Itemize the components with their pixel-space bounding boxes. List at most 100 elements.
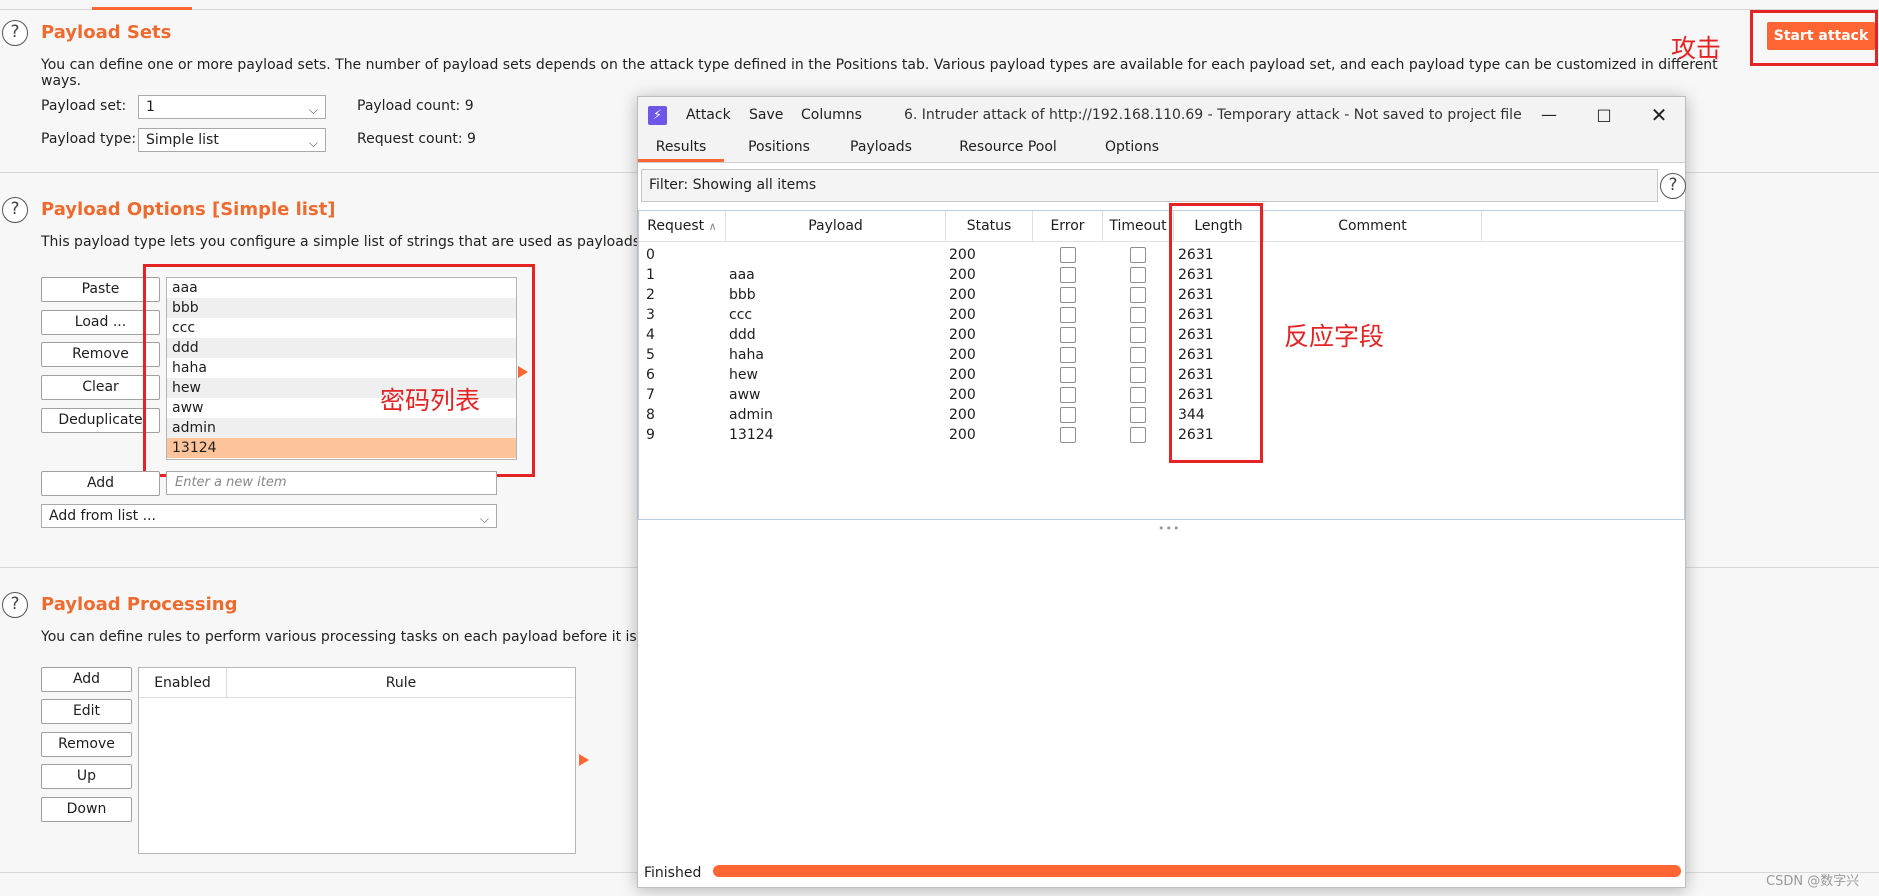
payload-set-select[interactable]: 1 ⌵ (138, 95, 326, 119)
chevron-down-icon: ⌵ (308, 103, 318, 117)
cell-request: 5 (646, 347, 655, 363)
window-titlebar: ⚡ Attack Save Columns 6. Intruder attack… (638, 97, 1685, 133)
payload-set-label: Payload set: (41, 98, 127, 114)
table-row[interactable] (639, 325, 1684, 345)
rule-remove-button[interactable]: Remove (41, 732, 132, 757)
minimize-icon[interactable]: — (1526, 101, 1572, 129)
help-icon[interactable]: ? (2, 592, 28, 618)
help-icon[interactable]: ? (1660, 173, 1686, 199)
column-request[interactable]: Request ∧ (639, 211, 726, 241)
column-request-label: Request (647, 218, 705, 234)
error-checkbox (1060, 307, 1076, 323)
cell-request: 1 (646, 267, 655, 283)
attack-tabs: Results Positions Payloads Resource Pool… (638, 133, 1685, 163)
column-status[interactable]: Status (946, 211, 1033, 241)
maximize-icon[interactable]: □ (1581, 101, 1627, 129)
column-comment[interactable]: Comment (1264, 211, 1482, 241)
menu-columns[interactable]: Columns (801, 107, 862, 123)
results-table[interactable]: Request ∧ Payload Status Error Timeout L… (638, 210, 1685, 520)
expand-arrow-icon[interactable] (579, 754, 589, 766)
attack-annotation: 攻击 (1671, 34, 1722, 63)
rule-add-button[interactable]: Add (41, 667, 132, 692)
burp-logo-icon: ⚡ (648, 106, 667, 125)
processing-rules-table[interactable]: Enabled Rule (138, 667, 576, 854)
cell-status: 200 (949, 427, 976, 443)
payload-set-value: 1 (146, 99, 155, 115)
payload-sets-title: Payload Sets (41, 22, 172, 43)
column-timeout[interactable]: Timeout (1103, 211, 1174, 241)
cell-status: 200 (949, 367, 976, 383)
rule-down-button[interactable]: Down (41, 797, 132, 822)
response-field-annotation: 反应字段 (1284, 322, 1385, 351)
tab-resource-pool[interactable]: Resource Pool (938, 133, 1078, 162)
tab-results[interactable]: Results (638, 133, 724, 162)
table-row[interactable] (639, 425, 1684, 445)
payload-processing-title: Payload Processing (41, 594, 238, 615)
error-checkbox (1060, 247, 1076, 263)
cell-request: 4 (646, 327, 655, 343)
table-row[interactable] (639, 285, 1684, 305)
payload-type-label: Payload type: (41, 131, 137, 147)
menu-save[interactable]: Save (749, 107, 783, 123)
timeout-checkbox (1130, 247, 1146, 263)
cell-payload: ddd (729, 327, 756, 343)
tab-payloads[interactable]: Payloads (834, 133, 928, 162)
cell-request: 9 (646, 427, 655, 443)
error-checkbox (1060, 427, 1076, 443)
help-icon[interactable]: ? (2, 20, 28, 46)
error-checkbox (1060, 267, 1076, 283)
tab-positions[interactable]: Positions (734, 133, 824, 162)
table-row[interactable] (639, 305, 1684, 325)
timeout-checkbox (1130, 267, 1146, 283)
cell-request: 8 (646, 407, 655, 423)
timeout-checkbox (1130, 387, 1146, 403)
sort-ascending-icon: ∧ (708, 220, 717, 233)
cell-payload: ccc (729, 307, 753, 323)
new-item-input[interactable]: Enter a new item (166, 471, 497, 495)
filter-bar[interactable]: Filter: Showing all items (641, 169, 1658, 202)
add-from-list-select[interactable]: Add from list ... ⌵ (41, 504, 497, 528)
tab-options[interactable]: Options (1088, 133, 1176, 162)
rule-up-button[interactable]: Up (41, 764, 132, 789)
password-list-annotation: 密码列表 (380, 386, 481, 415)
help-icon[interactable]: ? (2, 197, 28, 223)
start-attack-highlight (1750, 10, 1878, 66)
table-row[interactable] (639, 345, 1684, 365)
payload-type-select[interactable]: Simple list ⌵ (138, 128, 326, 152)
status-text: Finished (644, 865, 702, 881)
cell-payload: haha (729, 347, 764, 363)
table-row[interactable] (639, 365, 1684, 385)
column-enabled[interactable]: Enabled (139, 668, 227, 698)
payload-type-value: Simple list (146, 132, 219, 148)
add-from-list-value: Add from list ... (49, 508, 156, 524)
menu-attack[interactable]: Attack (686, 107, 731, 123)
password-list-highlight (143, 264, 535, 477)
active-tab-indicator (92, 7, 192, 10)
cell-request: 3 (646, 307, 655, 323)
error-checkbox (1060, 287, 1076, 303)
cell-payload: admin (729, 407, 773, 423)
pane-splitter-handle[interactable]: ••• (1158, 522, 1180, 535)
payload-sets-description: You can define one or more payload sets.… (41, 57, 1718, 89)
cell-payload: hew (729, 367, 758, 383)
timeout-checkbox (1130, 347, 1146, 363)
top-tab-strip (0, 0, 1879, 10)
column-payload[interactable]: Payload (726, 211, 946, 241)
table-row[interactable] (639, 265, 1684, 285)
progress-bar (713, 865, 1681, 877)
table-row[interactable] (639, 245, 1684, 265)
table-row[interactable] (639, 405, 1684, 425)
cell-request: 2 (646, 287, 655, 303)
timeout-checkbox (1130, 327, 1146, 343)
cell-request: 7 (646, 387, 655, 403)
rule-edit-button[interactable]: Edit (41, 699, 132, 724)
payload-processing-description: You can define rules to perform various … (41, 629, 637, 645)
error-checkbox (1060, 407, 1076, 423)
close-icon[interactable]: ✕ (1636, 101, 1682, 129)
column-error[interactable]: Error (1033, 211, 1103, 241)
add-button[interactable]: Add (41, 471, 160, 496)
chevron-down-icon: ⌵ (308, 136, 318, 150)
request-count: Request count: 9 (357, 131, 476, 147)
column-rule[interactable]: Rule (227, 668, 575, 698)
table-row[interactable] (639, 385, 1684, 405)
